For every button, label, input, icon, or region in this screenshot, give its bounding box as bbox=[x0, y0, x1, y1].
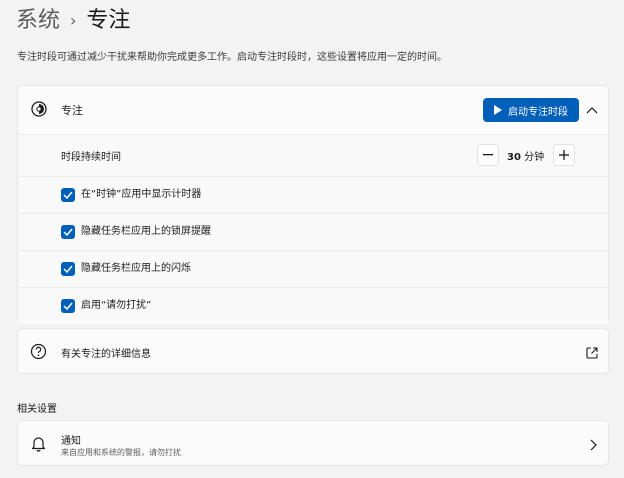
checkbox-row-clock-timer[interactable]: 在“时钟”应用中显示计时器 bbox=[18, 176, 608, 213]
duration-value: 30 分钟 bbox=[507, 148, 544, 163]
checkbox-hide-badges[interactable] bbox=[61, 225, 75, 239]
checkbox-hide-flashing[interactable] bbox=[61, 262, 75, 276]
duration-unit: 分钟 bbox=[524, 152, 545, 163]
breadcrumb-parent[interactable]: 系统 bbox=[16, 6, 60, 36]
open-external-icon bbox=[585, 345, 599, 359]
duration-row: 时段持续时间 30 分钟 bbox=[18, 134, 608, 176]
duration-label: 时段持续时间 bbox=[61, 152, 121, 163]
checkbox-clock-timer[interactable] bbox=[61, 188, 75, 202]
breadcrumb: 系统 › 专注 bbox=[16, 6, 130, 36]
chevron-right-icon bbox=[587, 437, 599, 451]
page-description: 专注时段可通过减少干扰来帮助你完成更多工作。启动专注时段时，这些设置将应用一定的… bbox=[17, 52, 447, 63]
focus-card: 专注 启动专注时段 时段持续时间 30 分钟 在“时钟”应用中显示计时器 隐藏任… bbox=[17, 85, 609, 324]
checkbox-row-do-not-disturb[interactable]: 启用“请勿打扰” bbox=[18, 287, 608, 324]
focus-icon bbox=[30, 100, 48, 118]
checkbox-row-hide-flashing[interactable]: 隐藏任务栏应用上的闪烁 bbox=[18, 250, 608, 287]
checkbox-label: 隐藏任务栏应用上的锁屏提醒 bbox=[81, 226, 211, 237]
focus-title: 专注 bbox=[61, 104, 83, 117]
checkbox-label: 在“时钟”应用中显示计时器 bbox=[81, 189, 202, 200]
chevron-up-icon[interactable] bbox=[584, 102, 600, 118]
checkbox-row-hide-badges[interactable]: 隐藏任务栏应用上的锁屏提醒 bbox=[18, 213, 608, 250]
notifications-description: 来自应用和系统的警报，请勿打扰 bbox=[61, 448, 181, 457]
page-title: 专注 bbox=[86, 8, 131, 33]
notifications-card[interactable]: 通知 来自应用和系统的警报，请勿打扰 bbox=[17, 420, 609, 466]
checkbox-label: 启用“请勿打扰” bbox=[81, 300, 152, 311]
checkbox-do-not-disturb[interactable] bbox=[61, 299, 75, 313]
start-focus-button[interactable]: 启动专注时段 bbox=[483, 98, 579, 122]
more-info-card[interactable]: 有关专注的详细信息 bbox=[17, 328, 609, 374]
notifications-title: 通知 bbox=[61, 436, 81, 447]
increase-duration-button[interactable] bbox=[553, 144, 575, 166]
focus-header[interactable]: 专注 启动专注时段 bbox=[18, 86, 608, 134]
more-info-label: 有关专注的详细信息 bbox=[61, 349, 151, 360]
checkbox-label: 隐藏任务栏应用上的闪烁 bbox=[81, 263, 191, 274]
decrease-duration-button[interactable] bbox=[477, 144, 499, 166]
start-focus-label: 启动专注时段 bbox=[508, 106, 568, 118]
bell-icon bbox=[30, 435, 47, 452]
chevron-right-icon: › bbox=[70, 11, 77, 30]
related-settings-heading: 相关设置 bbox=[17, 404, 57, 415]
duration-number: 30 bbox=[507, 152, 521, 163]
play-icon bbox=[494, 105, 502, 115]
help-icon bbox=[30, 343, 47, 360]
